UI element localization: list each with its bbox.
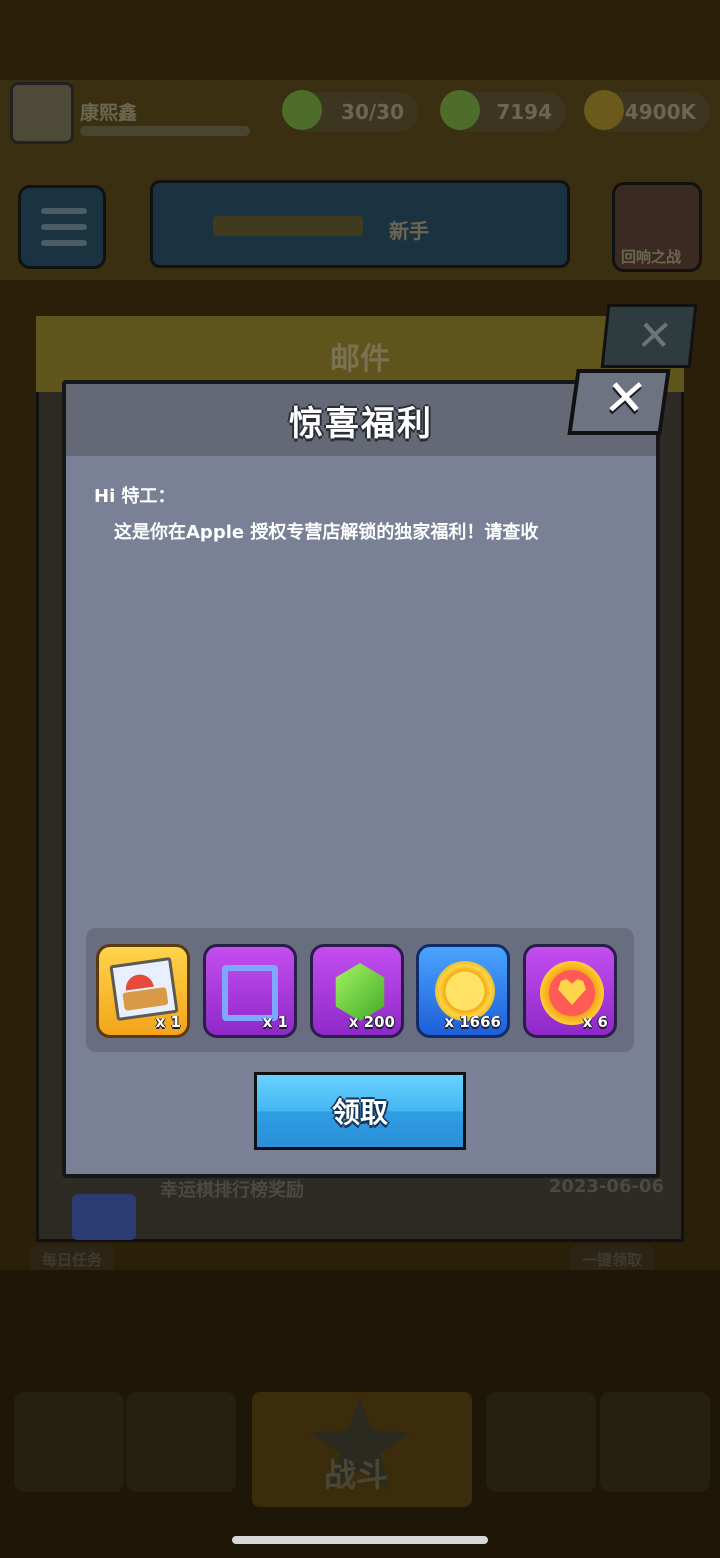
nav-tab-fight: 战斗: [252, 1392, 472, 1507]
coin-counter: 4900K: [584, 90, 710, 132]
modal-close-button[interactable]: ✕: [567, 369, 671, 435]
reward-qty: x 6: [582, 1013, 608, 1031]
nav-tab-map: [600, 1392, 710, 1492]
claim-label: 领取: [331, 1096, 388, 1129]
message-body: 这是你在Apple 授权专营店解锁的独家福利！请查收: [114, 522, 539, 543]
defend-label: 回响之战: [621, 248, 682, 266]
player-level-bar: [80, 126, 250, 136]
claim-all-button: 一键领取: [570, 1245, 655, 1273]
gem-value: 7194: [496, 100, 552, 124]
reward-item[interactable]: x 200: [310, 944, 404, 1038]
reward-qty: x 1: [262, 1013, 288, 1031]
menu-icon: [41, 208, 87, 214]
energy-counter: 30/30: [282, 90, 418, 132]
coin-value: 4900K: [624, 100, 696, 124]
gold-coin-icon: [435, 961, 495, 1021]
reward-item[interactable]: x 1: [203, 944, 297, 1038]
mail-item-title: 幸运棋排行榜奖励: [160, 1180, 304, 1201]
reward-item[interactable]: x 1666: [416, 944, 510, 1038]
home-indicator[interactable]: [232, 1536, 488, 1544]
gem-counter: 7194: [440, 90, 566, 132]
nav-tab-events: [126, 1392, 236, 1492]
player-hud: 康熙鑫 30/30 7194 4900K: [0, 82, 720, 144]
mail-close-button: ✕: [600, 304, 698, 368]
close-icon: ✕: [634, 311, 675, 360]
nav-tab-heroes: [486, 1392, 596, 1492]
reward-qty: x 1666: [444, 1013, 501, 1031]
gift-icon: [72, 1194, 136, 1240]
close-icon: ✕: [600, 369, 651, 427]
rank-progress-bar: [213, 216, 363, 236]
reward-qty: x 200: [348, 1013, 395, 1031]
rank-panel: 新手: [150, 180, 570, 268]
reward-item[interactable]: x 1: [96, 944, 190, 1038]
reward-item[interactable]: x 6: [523, 944, 617, 1038]
fight-label: 战斗: [324, 1456, 389, 1494]
greeting-text: Hi 特工：: [94, 486, 176, 507]
energy-icon: [282, 90, 322, 130]
menu-button: [18, 185, 106, 269]
gem-icon: [440, 90, 480, 130]
gift-modal-title: 惊喜福利: [289, 404, 433, 444]
reward-qty: x 1: [155, 1013, 181, 1031]
rank-label: 新手: [389, 219, 429, 243]
energy-value: 30/30: [341, 100, 404, 124]
claim-button[interactable]: 领取: [254, 1072, 466, 1150]
photo-card-icon: [109, 956, 179, 1022]
player-avatar: [10, 82, 74, 144]
nav-tab-shop: [14, 1392, 124, 1492]
player-name: 康熙鑫: [80, 102, 138, 124]
mail-item-date: 2023-06-06: [548, 1176, 664, 1197]
defend-button: 回响之战: [612, 182, 702, 272]
daily-task-button: 每日任务: [30, 1245, 115, 1273]
coin-icon: [584, 90, 624, 130]
